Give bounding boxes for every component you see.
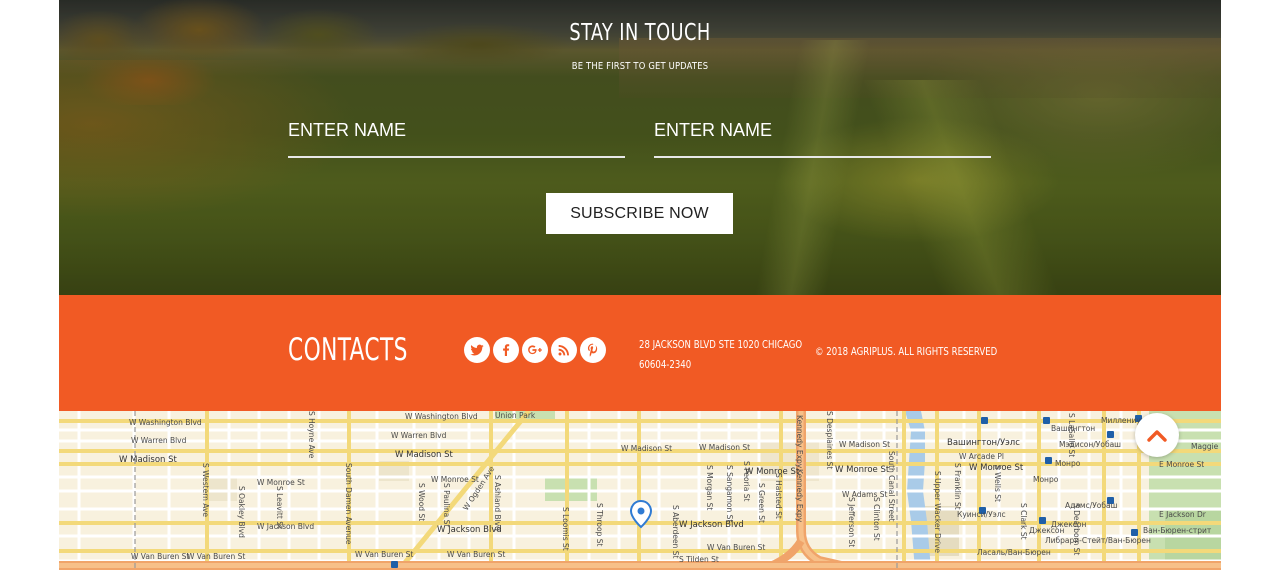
- map-label: W Washington Blvd: [129, 418, 202, 427]
- map-label: S Clinton St: [872, 497, 881, 541]
- map-label: S Peoria St: [742, 461, 751, 502]
- map-label: S Franklin St: [953, 463, 962, 510]
- map-embed[interactable]: W Washington Blvd W Washington Blvd Unio…: [59, 411, 1221, 570]
- map-label: W Van Buren St: [355, 550, 413, 559]
- map-label: W Van Buren St: [187, 552, 245, 561]
- map-label: S Green St: [757, 483, 766, 523]
- google-plus-link[interactable]: [522, 337, 548, 363]
- map-label: S Western Ave: [201, 463, 210, 517]
- map-label: W Madison St: [621, 444, 672, 453]
- map-label: Maggie Daley Park: [1191, 442, 1221, 451]
- map-label: S Aberdeen St: [671, 505, 680, 558]
- facebook-icon: [503, 344, 510, 356]
- map-label: Либрари-Стейт/Ван-Бюрен: [1045, 536, 1151, 545]
- map-label: Адамс/Уобаш: [1065, 501, 1118, 510]
- map-label: W Monroe St: [835, 465, 890, 475]
- map-label: S Wood St: [417, 483, 426, 521]
- map-label: South Canal Street: [887, 451, 896, 522]
- subscribe-button[interactable]: SUBSCRIBE NOW: [546, 193, 733, 234]
- map-label: W Monroe St: [745, 467, 800, 477]
- map-label: Джексон: [1029, 526, 1064, 535]
- map-label: S Clark St: [1019, 503, 1028, 540]
- map-label: W Van Buren St: [707, 543, 765, 552]
- map-label: W Van Buren St: [131, 552, 189, 561]
- chevron-up-icon: [1147, 430, 1167, 442]
- map-label: Вашингтон/Уэлс: [947, 438, 1020, 448]
- map-label: S Halsted St: [774, 473, 783, 519]
- map-label: Union Park: [495, 411, 536, 420]
- map-canvas[interactable]: W Washington Blvd W Washington Blvd Unio…: [59, 411, 1221, 570]
- twitter-icon: [470, 344, 484, 356]
- twitter-link[interactable]: [464, 337, 490, 363]
- subscribe-title: STAY IN TOUCH: [569, 20, 711, 46]
- map-label: W Madison St: [119, 455, 178, 465]
- map-label: W Warren Blvd: [391, 431, 447, 440]
- address-line-2: 60604-2340: [639, 358, 692, 371]
- map-label: Куинси/Уэлс: [957, 510, 1006, 519]
- pinterest-link[interactable]: [580, 337, 606, 363]
- map-label: S Desplaines St: [825, 411, 834, 469]
- map-label: W Jackson Blvd: [257, 522, 314, 531]
- map-label: S Upper Wacker Drive: [933, 471, 942, 553]
- map-label: S Wells St: [993, 465, 1002, 502]
- map-label: W Madison St: [699, 443, 750, 452]
- address-line-1: 28 JACKSON BLVD STE 1020 CHICAGO: [639, 338, 803, 351]
- map-label: Монро: [1033, 475, 1059, 484]
- map-label: Монро: [1055, 459, 1081, 468]
- map-label: W Washington Blvd: [405, 412, 478, 421]
- facebook-link[interactable]: [493, 337, 519, 363]
- copyright-text: © 2018 AGRIPLUS. ALL RIGHTS RESERVED: [815, 345, 998, 358]
- map-label: S Jefferson St: [847, 497, 856, 547]
- google-plus-icon: [528, 345, 542, 355]
- map-label: S Hoyne Ave: [307, 411, 316, 459]
- subscribe-section: STAY IN TOUCH BE THE FIRST TO GET UPDATE…: [59, 0, 1221, 295]
- social-links: [464, 337, 606, 363]
- map-label: South Damen Avenue: [344, 463, 353, 545]
- map-label: Мэдисон/Уобаш: [1059, 440, 1121, 449]
- map-label: S Throop St: [595, 503, 604, 546]
- name-field-1: [288, 112, 625, 158]
- name-input-1[interactable]: [288, 112, 625, 148]
- rss-icon: [558, 345, 569, 356]
- rss-link[interactable]: [551, 337, 577, 363]
- page-wrapper: STAY IN TOUCH BE THE FIRST TO GET UPDATE…: [59, 0, 1221, 570]
- map-label: W Monroe St: [431, 475, 479, 484]
- map-label: S Oakley Blvd: [237, 486, 246, 538]
- contact-address: 28 JACKSON BLVD STE 1020 CHICAGO 60604-2…: [639, 335, 802, 375]
- map-label: W Madison St: [839, 440, 890, 449]
- map-label: S Dearborn St: [1072, 503, 1081, 555]
- map-label: S Leavitt St: [275, 486, 284, 529]
- map-label: Ласаль/Ван-Бюрен: [977, 548, 1051, 557]
- map-label: E Jackson Dr: [1159, 510, 1207, 519]
- map-label: S Tilden St: [679, 555, 719, 564]
- map-label: Kennedy Expy: [795, 469, 804, 523]
- subscribe-subtitle: BE THE FIRST TO GET UPDATES: [571, 61, 709, 72]
- map-label: S Paulina St: [442, 483, 451, 527]
- contacts-title: CONTACTS: [288, 332, 408, 368]
- pinterest-icon: [587, 343, 598, 357]
- map-label: Вашингтон: [1051, 424, 1095, 433]
- map-label: S Loomis St: [561, 507, 570, 551]
- map-label: Kennedy Expy: [795, 415, 804, 469]
- name-input-2[interactable]: [654, 112, 991, 148]
- map-label: W Warren Blvd: [131, 436, 187, 445]
- back-to-top-button[interactable]: [1135, 413, 1179, 457]
- name-field-2: [654, 112, 991, 158]
- map-label: W Arcade Pl: [959, 452, 1004, 461]
- contacts-bar: CONTACTS 28 JACKSON BLVD STE 1020 CHICAG…: [59, 295, 1221, 411]
- map-label: Ван-Бюрен-стрит: [1143, 526, 1212, 535]
- map-label: W Van Buren St: [447, 550, 505, 559]
- map-label: S Ashland Blvd: [493, 475, 502, 531]
- map-label: S Sangamon St: [725, 465, 734, 522]
- map-label: S LaSalle St: [1067, 413, 1076, 457]
- map-label: S Morgan St: [705, 465, 714, 510]
- map-label: E Monroe St: [1159, 460, 1204, 469]
- map-label: W Madison St: [395, 450, 454, 460]
